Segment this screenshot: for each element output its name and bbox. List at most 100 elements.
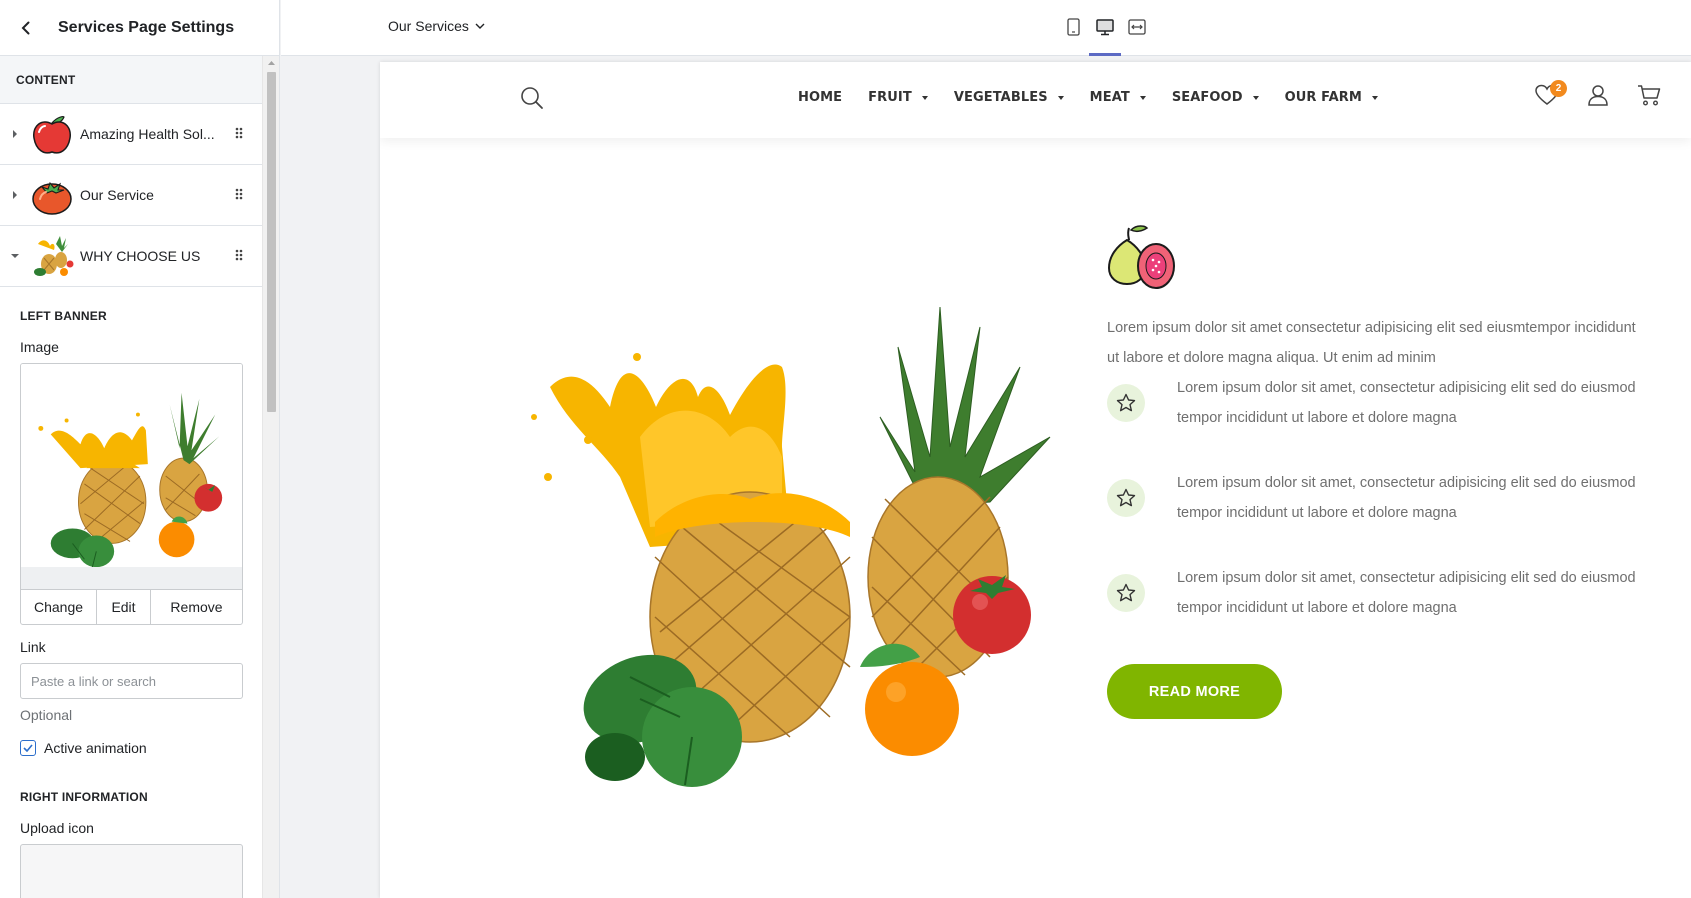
feature-text: Lorem ipsum dolor sit amet, consectetur … [1177,380,1636,426]
star-icon [1107,384,1145,422]
chevron-left-icon [21,21,30,34]
block-label: Our Service [80,187,154,203]
block-item-why-choose-us[interactable]: WHY CHOOSE US [0,226,263,287]
main-nav: HOME FRUIT VEGETABLES MEAT SEAFOOD OUR F… [798,90,1404,105]
caret-down-icon [1252,95,1259,100]
nav-label: VEGETABLES [953,90,1048,105]
drag-handle-icon[interactable] [235,248,243,266]
caret-right-icon[interactable] [0,191,30,199]
caret-down-icon [921,95,928,100]
edit-image-button[interactable]: Edit [97,590,151,624]
fullwidth-icon [1128,19,1146,35]
mobile-view-button[interactable] [1061,14,1085,40]
feature-text: Lorem ipsum dolor sit amet, consectetur … [1177,570,1636,616]
nav-label: OUR FARM [1284,90,1362,105]
link-help-text: Optional [20,707,73,723]
feature-item: Lorem ipsum dolor sit amet, consectetur … [1107,468,1637,563]
feature-text: Lorem ipsum dolor sit amet, consectetur … [1177,475,1636,521]
star-icon [1107,479,1145,517]
block-label: WHY CHOOSE US [80,248,201,264]
active-animation-checkbox[interactable] [20,740,36,756]
feature-item: Lorem ipsum dolor sit amet, consectetur … [1107,563,1637,658]
guava-icon [1107,220,1637,295]
apple-icon [30,112,74,156]
settings-panel: Services Page Settings CONTENT Amazing H… [0,0,280,898]
storefront-preview: HOME FRUIT VEGETABLES MEAT SEAFOOD OUR F… [380,62,1691,898]
section-label: CONTENT [0,56,263,104]
device-switcher [1061,14,1149,56]
left-banner-image [520,237,1075,797]
caret-down-icon [1057,95,1064,100]
image-preview [21,364,242,589]
nav-item-our-farm[interactable]: OUR FARM [1285,90,1378,105]
page-selector-label: Our Services [388,18,469,34]
juice-fruits-icon [30,234,74,278]
block-item-our-service[interactable]: Our Service [0,165,263,226]
active-animation-row[interactable]: Active animation [20,740,243,756]
desktop-icon [1096,18,1114,35]
checkmark-icon [23,744,33,752]
right-information-heading: RIGHT INFORMATION [20,790,148,804]
store-search-button[interactable] [520,86,544,115]
nav-label: SEAFOOD [1171,90,1243,105]
drag-handle-icon[interactable] [235,187,243,205]
cart-icon [1638,85,1661,106]
account-button[interactable] [1587,84,1609,111]
upload-icon-label: Upload icon [20,820,94,836]
nav-item-fruit[interactable]: FRUIT [868,90,928,105]
fruit-banner-thumbnail [38,392,223,568]
panel-header: Services Page Settings [0,0,279,56]
remove-image-button[interactable]: Remove [151,590,242,624]
change-image-button[interactable]: Change [21,590,97,624]
star-icon [1107,574,1145,612]
caret-down-icon [1139,95,1146,100]
pineapple-juice-splash-image [520,237,1051,787]
caret-down-icon[interactable] [0,253,30,259]
nav-label: FRUIT [868,90,912,105]
block-settings: LEFT BANNER Image Change Edit Remove Lin… [0,309,263,898]
search-icon [521,87,543,109]
scrollbar-thumb[interactable] [267,72,276,412]
image-actions: Change Edit Remove [21,589,242,624]
cart-button[interactable] [1637,84,1661,111]
link-label: Link [20,639,46,655]
left-banner-heading: LEFT BANNER [20,309,107,323]
caret-down-icon [1371,95,1378,100]
desktop-view-button[interactable] [1089,14,1121,56]
nav-item-meat[interactable]: MEAT [1090,90,1146,105]
wishlist-button[interactable]: 2 [1535,80,1567,111]
image-label: Image [20,339,59,355]
back-button[interactable] [12,14,40,42]
panel-scrollbar[interactable] [262,56,279,898]
intro-paragraph: Lorem ipsum dolor sit amet consectetur a… [1107,320,1636,366]
panel-scroll-area: CONTENT Amazing Health Sol... Our Servic… [0,56,263,898]
nav-item-vegetables[interactable]: VEGETABLES [954,90,1064,105]
drag-handle-icon[interactable] [235,126,243,144]
nav-label: MEAT [1089,90,1130,105]
link-input[interactable] [20,663,243,699]
feature-item: Lorem ipsum dolor sit amet, consectetur … [1107,373,1637,468]
preview-strip [21,567,242,589]
caret-right-icon[interactable] [0,130,30,138]
active-animation-label: Active animation [44,740,147,756]
panel-title: Services Page Settings [58,18,235,36]
read-more-button[interactable]: READ MORE [1107,664,1282,719]
right-information: Lorem ipsum dolor sit amet consectetur a… [1107,220,1637,719]
block-label: Amazing Health Sol... [80,126,215,142]
user-icon [1588,85,1608,106]
scroll-up-arrow-icon[interactable] [263,56,279,70]
nav-item-seafood[interactable]: SEAFOOD [1172,90,1259,105]
page-selector[interactable]: Our Services [388,18,485,34]
editor-topbar: Our Services [281,0,1691,56]
chevron-down-icon [475,23,485,29]
block-item-amazing-health[interactable]: Amazing Health Sol... [0,104,263,165]
tomato-icon [30,173,74,217]
upload-icon-dropzone[interactable] [20,844,243,898]
image-picker: Change Edit Remove [20,363,243,625]
store-header: HOME FRUIT VEGETABLES MEAT SEAFOOD OUR F… [380,62,1691,138]
nav-label: HOME [798,90,843,105]
nav-item-home[interactable]: HOME [798,90,842,105]
fullwidth-view-button[interactable] [1125,14,1149,40]
store-header-icons: 2 [1535,80,1661,111]
mobile-icon [1066,18,1080,36]
